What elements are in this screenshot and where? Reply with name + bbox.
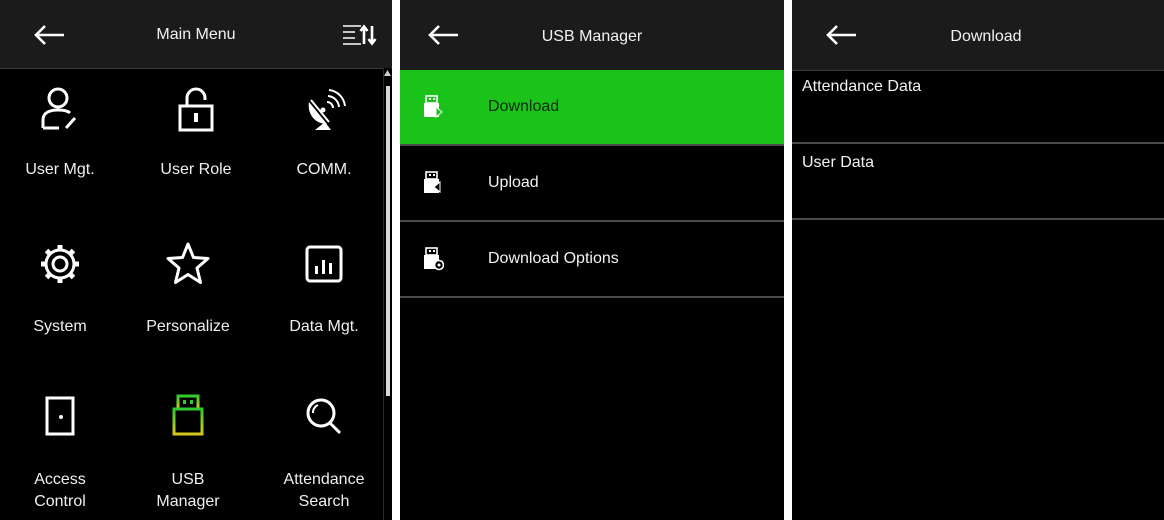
bar-chart-icon (305, 245, 343, 283)
menu-item-label: USB (171, 471, 205, 488)
list-item-label: Upload (488, 174, 539, 191)
usb-download-icon (424, 95, 443, 119)
menu-item-label: Control (34, 493, 86, 510)
usb-manager-header: USB Manager (400, 0, 784, 71)
menu-item-label: COMM. (296, 161, 352, 178)
usb-drive-icon (172, 394, 204, 436)
satellite-dish-icon (308, 89, 346, 130)
list-item-download[interactable]: Download (400, 70, 784, 146)
list-item-attendance-data[interactable]: Attendance Data (792, 70, 1164, 144)
menu-item-label: Manager (156, 493, 220, 510)
list-item-label: Attendance Data (802, 78, 922, 95)
page-title: Download (950, 28, 1022, 45)
page-title: USB Manager (541, 28, 643, 45)
list-item-label: User Data (802, 154, 875, 171)
magnifier-icon (306, 398, 342, 435)
menu-item-label: Access (34, 471, 86, 488)
main-menu-screen: Main Menu User Mgt. User Role COMM. Syst… (0, 0, 392, 520)
list-item-label: Download (488, 98, 560, 115)
menu-item-comm[interactable]: COMM. (266, 72, 382, 222)
menu-item-access-control[interactable]: Access Control (2, 378, 118, 520)
menu-item-usb-manager[interactable]: USB Manager (130, 378, 246, 520)
menu-item-data-mgt[interactable]: Data Mgt. (266, 227, 382, 377)
list-item-upload[interactable]: Upload (400, 146, 784, 222)
list-item-user-data[interactable]: User Data (792, 146, 1164, 220)
star-icon (166, 242, 210, 284)
menu-item-attendance-search[interactable]: Attendance Search (266, 378, 382, 520)
menu-item-label: User Role (160, 161, 232, 178)
usb-manager-screen: USB Manager Download Upload Download Opt… (400, 0, 784, 520)
download-screen: Download Attendance Data User Data (792, 0, 1164, 520)
menu-item-label: System (33, 318, 87, 335)
menu-item-label: Attendance (283, 471, 365, 488)
lock-icon (178, 87, 214, 132)
list-item-label: Download Options (488, 250, 619, 267)
download-header: Download (792, 0, 1164, 71)
door-icon (45, 396, 75, 436)
menu-item-label: Search (298, 493, 350, 510)
list-item-download-options[interactable]: Download Options (400, 222, 784, 298)
menu-item-user-role[interactable]: User Role (138, 72, 254, 222)
menu-item-user-mgt[interactable]: User Mgt. (2, 72, 118, 222)
sort-button[interactable] (341, 23, 377, 47)
page-title: Main Menu (156, 26, 236, 43)
scrollbar-thumb[interactable] (386, 86, 390, 396)
usb-upload-icon (424, 171, 441, 194)
user-icon (41, 87, 77, 130)
menu-item-label: Personalize (146, 318, 230, 335)
usb-settings-icon (424, 247, 444, 271)
gear-icon (41, 245, 79, 283)
menu-item-label: Data Mgt. (289, 318, 359, 335)
menu-item-personalize[interactable]: Personalize (130, 227, 246, 377)
sort-icon (343, 24, 377, 46)
main-menu-header: Main Menu (0, 0, 392, 69)
menu-item-system[interactable]: System (2, 227, 118, 377)
menu-item-label: User Mgt. (25, 161, 95, 178)
scroll-up-icon[interactable] (384, 70, 391, 76)
